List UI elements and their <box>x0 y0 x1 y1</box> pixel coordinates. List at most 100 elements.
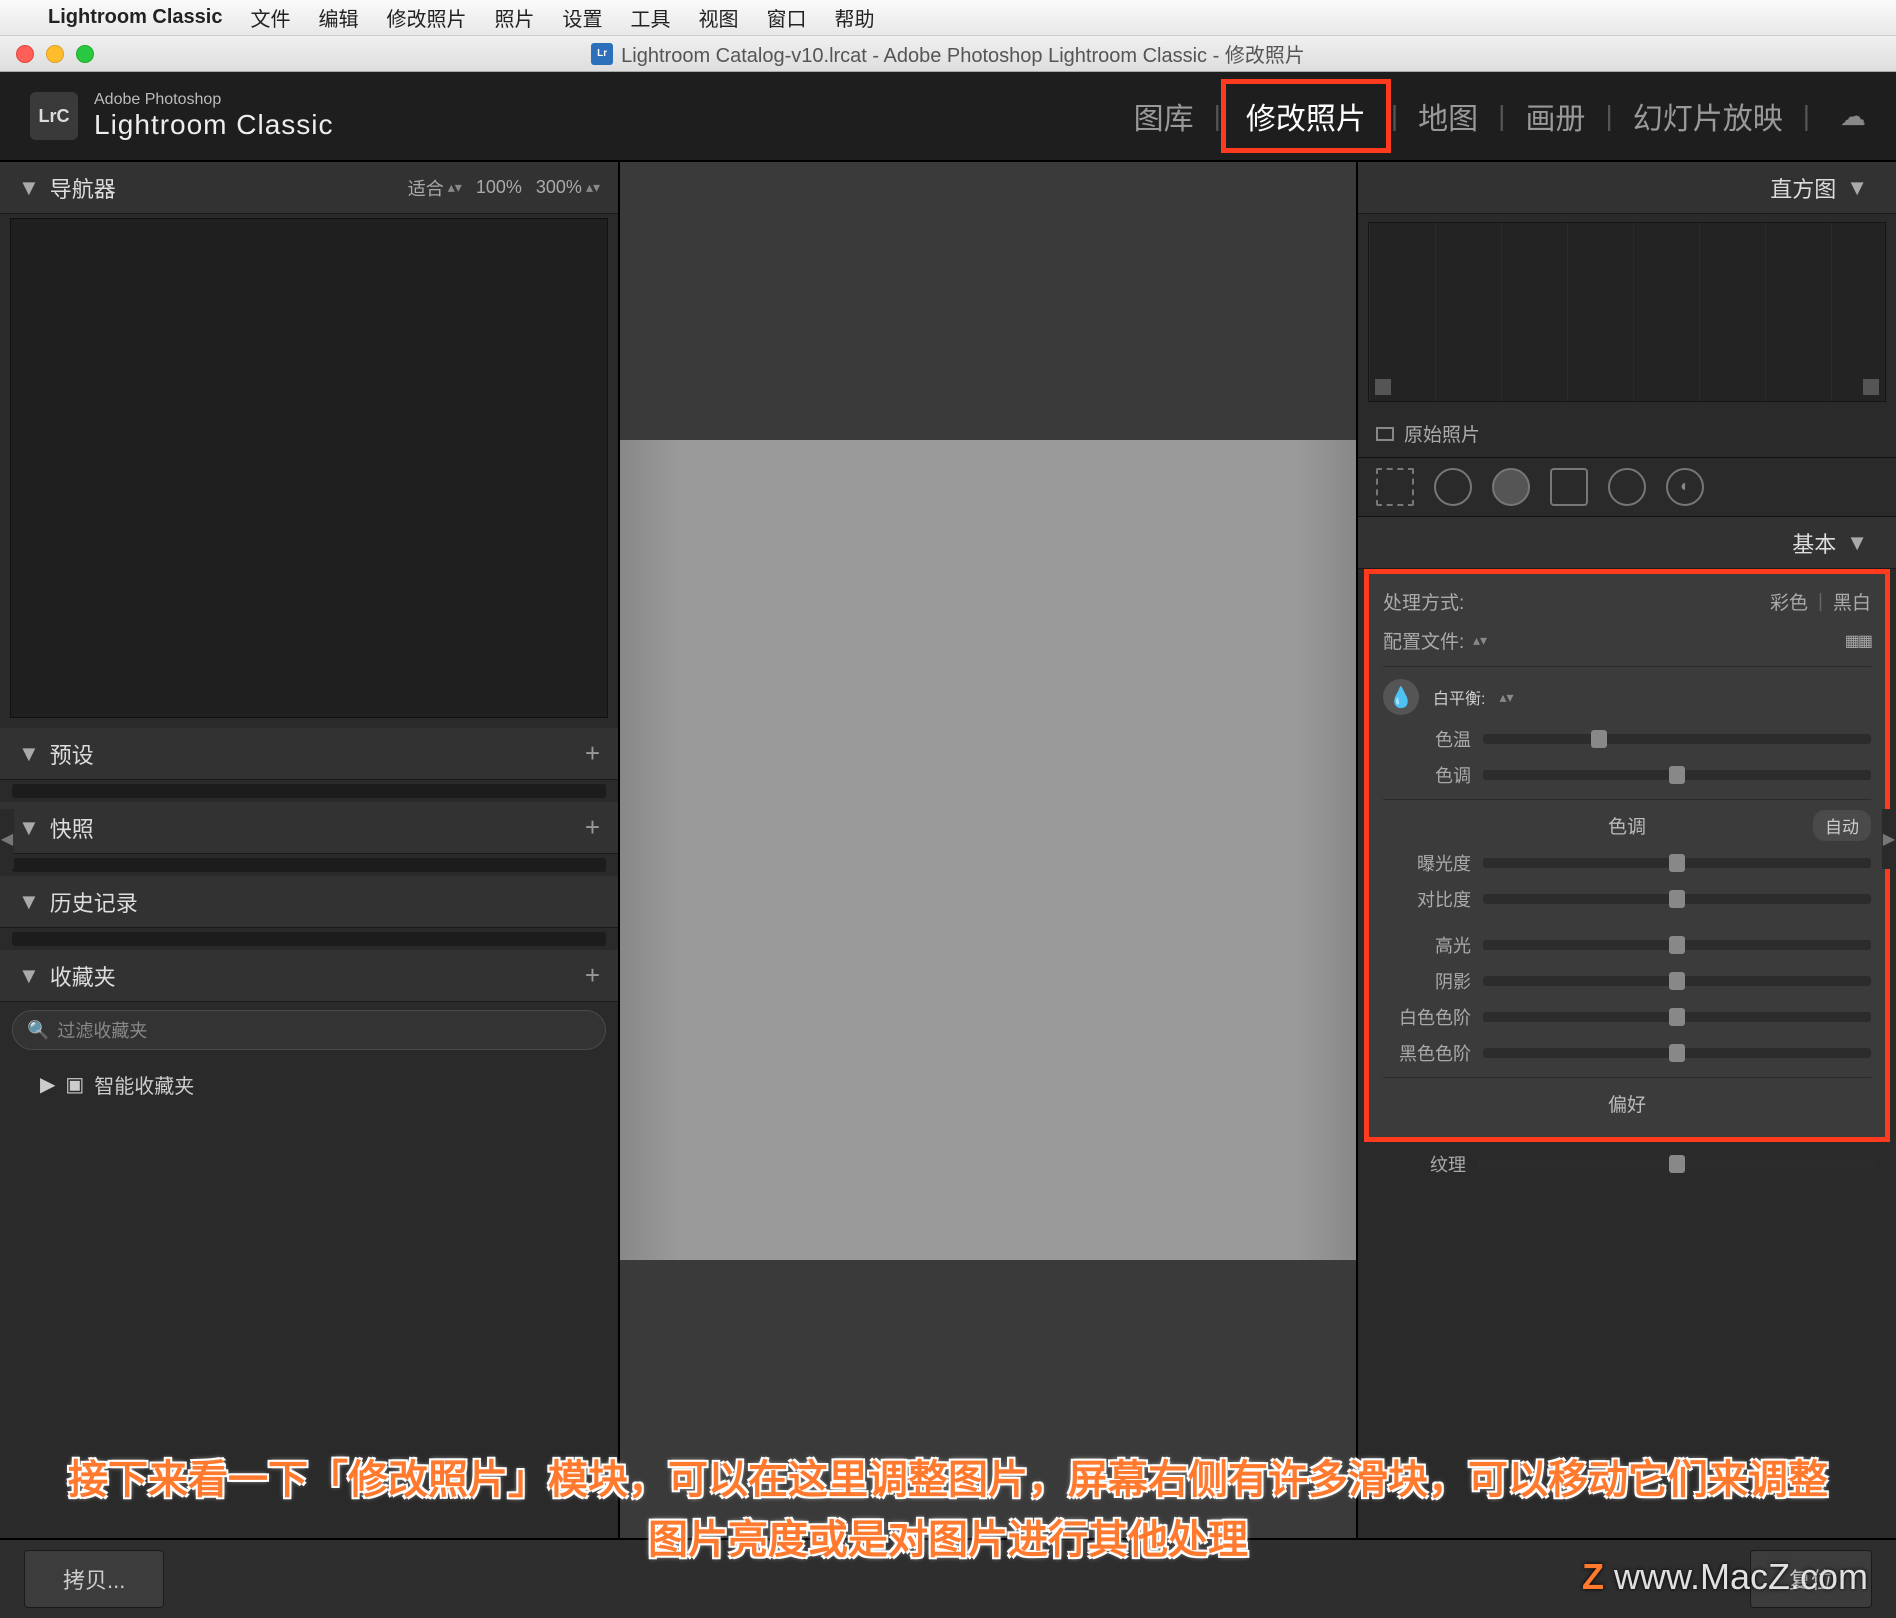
cloud-sync-icon[interactable]: ☁ <box>1840 101 1866 132</box>
presets-title: 预设 <box>50 738 94 770</box>
menu-edit[interactable]: 编辑 <box>318 3 358 32</box>
histogram-header[interactable]: 直方图 ▼ <box>1358 162 1896 214</box>
module-library[interactable]: 图库 <box>1114 84 1214 148</box>
snapshots-title: 快照 <box>50 812 94 844</box>
smart-collections-label: 智能收藏夹 <box>94 1070 194 1099</box>
collapse-icon: ▼ <box>18 889 40 915</box>
shadows-slider[interactable] <box>1483 976 1871 986</box>
whites-slider[interactable] <box>1483 1012 1871 1022</box>
original-toggle[interactable]: 原始照片 <box>1358 410 1896 457</box>
close-window-button[interactable] <box>16 45 34 63</box>
spot-tool-icon[interactable] <box>1434 468 1472 506</box>
tool-strip: ◐ <box>1358 457 1896 517</box>
texture-slider[interactable] <box>1478 1159 1876 1169</box>
navigator-preview[interactable] <box>10 218 608 718</box>
menu-settings[interactable]: 设置 <box>562 3 602 32</box>
module-develop[interactable]: 修改照片 <box>1221 79 1391 153</box>
snapshots-header[interactable]: ▼ 快照 + <box>0 802 618 854</box>
histogram-display[interactable] <box>1368 222 1886 402</box>
brand-line2: Lightroom Classic <box>94 109 334 141</box>
add-snapshot-icon[interactable]: + <box>585 812 600 843</box>
basic-panel: 处理方式: 彩色 | 黑白 配置文件: ▴▾ ▦▦ 💧 白平衡: ▴▾ 色温 <box>1364 569 1890 1142</box>
gradient-tool-icon[interactable] <box>1550 468 1588 506</box>
snapshot-scrollbar[interactable] <box>12 858 606 872</box>
copy-button[interactable]: 拷贝... <box>24 1550 164 1608</box>
menu-develop[interactable]: 修改照片 <box>386 3 466 32</box>
add-preset-icon[interactable]: + <box>585 738 600 769</box>
navigator-header[interactable]: ▼ 导航器 适合▴▾ 100% 300%▴▾ <box>0 162 618 214</box>
module-book[interactable]: 画册 <box>1505 84 1605 148</box>
brand-text: Adobe Photoshop Lightroom Classic <box>94 91 334 141</box>
add-collection-icon[interactable]: + <box>585 960 600 991</box>
histogram-title: 直方图 <box>1770 172 1836 204</box>
profile-label: 配置文件: <box>1383 627 1473 654</box>
smart-collection-icon: ▣ <box>65 1072 84 1097</box>
brush-tool-icon[interactable]: ◐ <box>1666 468 1704 506</box>
left-edge-handle[interactable]: ◀ <box>0 809 14 869</box>
minimize-window-button[interactable] <box>46 45 64 63</box>
traffic-lights <box>16 45 94 63</box>
shadows-label: 阴影 <box>1383 968 1471 994</box>
app-body: ▼ 导航器 适合▴▾ 100% 300%▴▾ ▼ 预设 + ▼ 快照 + <box>0 162 1896 1538</box>
redeye-tool-icon[interactable] <box>1492 468 1530 506</box>
highlights-label: 高光 <box>1383 932 1471 958</box>
menu-help[interactable]: 帮助 <box>834 3 874 32</box>
temp-slider[interactable] <box>1483 734 1871 744</box>
menu-photo[interactable]: 照片 <box>494 3 534 32</box>
menu-tools[interactable]: 工具 <box>630 3 670 32</box>
module-picker: 图库| 修改照片| 地图| 画册| 幻灯片放映| ☁ <box>1114 79 1866 153</box>
window-title: Lightroom Catalog-v10.lrcat - Adobe Phot… <box>621 39 1305 68</box>
highlights-slider[interactable] <box>1483 940 1871 950</box>
shadow-clip-icon[interactable] <box>1375 379 1391 395</box>
exposure-slider[interactable] <box>1483 858 1871 868</box>
blacks-label: 黑色色阶 <box>1383 1040 1471 1066</box>
profile-select-icon[interactable]: ▴▾ <box>1473 632 1487 649</box>
history-header[interactable]: ▼ 历史记录 <box>0 876 618 928</box>
maximize-window-button[interactable] <box>76 45 94 63</box>
smart-collections-item[interactable]: ▶ ▣ 智能收藏夹 <box>12 1064 606 1105</box>
module-slideshow[interactable]: 幻灯片放映 <box>1613 84 1803 148</box>
collapse-icon: ▼ <box>18 741 40 767</box>
contrast-slider[interactable] <box>1483 894 1871 904</box>
treatment-bw[interactable]: 黑白 <box>1833 588 1871 615</box>
app-header: LrC Adobe Photoshop Lightroom Classic 图库… <box>0 72 1896 162</box>
presets-header[interactable]: ▼ 预设 + <box>0 728 618 780</box>
blacks-slider[interactable] <box>1483 1048 1871 1058</box>
left-panel: ▼ 导航器 适合▴▾ 100% 300%▴▾ ▼ 预设 + ▼ 快照 + <box>0 162 620 1538</box>
crop-tool-icon[interactable] <box>1376 468 1414 506</box>
zoom-fit[interactable]: 适合▴▾ <box>408 175 462 201</box>
texture-label: 纹理 <box>1378 1151 1466 1177</box>
highlight-clip-icon[interactable] <box>1863 379 1879 395</box>
navigator-title: 导航器 <box>50 172 116 204</box>
eyedropper-icon[interactable]: 💧 <box>1383 679 1419 715</box>
presets-scrollbar[interactable] <box>12 784 606 798</box>
filter-collections-input[interactable]: 🔍 过滤收藏夹 <box>12 1010 606 1050</box>
menu-app-name[interactable]: Lightroom Classic <box>48 6 222 29</box>
tint-slider[interactable] <box>1483 770 1871 780</box>
zoom-100[interactable]: 100% <box>476 177 522 198</box>
menu-window[interactable]: 窗口 <box>766 3 806 32</box>
expand-icon: ▶ <box>40 1072 55 1097</box>
module-map[interactable]: 地图 <box>1398 84 1498 148</box>
lrc-doc-icon: Lr <box>591 43 613 65</box>
collapse-icon: ▼ <box>1846 175 1868 201</box>
center-canvas[interactable] <box>620 162 1356 1538</box>
menu-file[interactable]: 文件 <box>250 3 290 32</box>
basic-title: 基本 <box>1792 527 1836 559</box>
wb-select-icon[interactable]: ▴▾ <box>1499 689 1513 706</box>
menu-view[interactable]: 视图 <box>698 3 738 32</box>
history-scrollbar[interactable] <box>12 932 606 946</box>
right-edge-handle[interactable]: ▶ <box>1882 809 1896 869</box>
collapse-icon: ▼ <box>18 963 40 989</box>
basic-panel-header[interactable]: 基本 ▼ <box>1358 517 1896 569</box>
profile-browser-icon[interactable]: ▦▦ <box>1845 631 1871 651</box>
right-panel: 直方图 ▼ 原始照片 ◐ 基本 ▼ <box>1356 162 1896 1538</box>
treatment-color[interactable]: 彩色 <box>1770 588 1808 615</box>
collections-header[interactable]: ▼ 收藏夹 + <box>0 950 618 1002</box>
zoom-300[interactable]: 300%▴▾ <box>536 177 600 198</box>
brand-line1: Adobe Photoshop <box>94 91 334 109</box>
exposure-label: 曝光度 <box>1383 850 1471 876</box>
radial-tool-icon[interactable] <box>1608 468 1646 506</box>
treatment-label: 处理方式: <box>1383 588 1473 615</box>
auto-tone-button[interactable]: 自动 <box>1813 810 1871 841</box>
